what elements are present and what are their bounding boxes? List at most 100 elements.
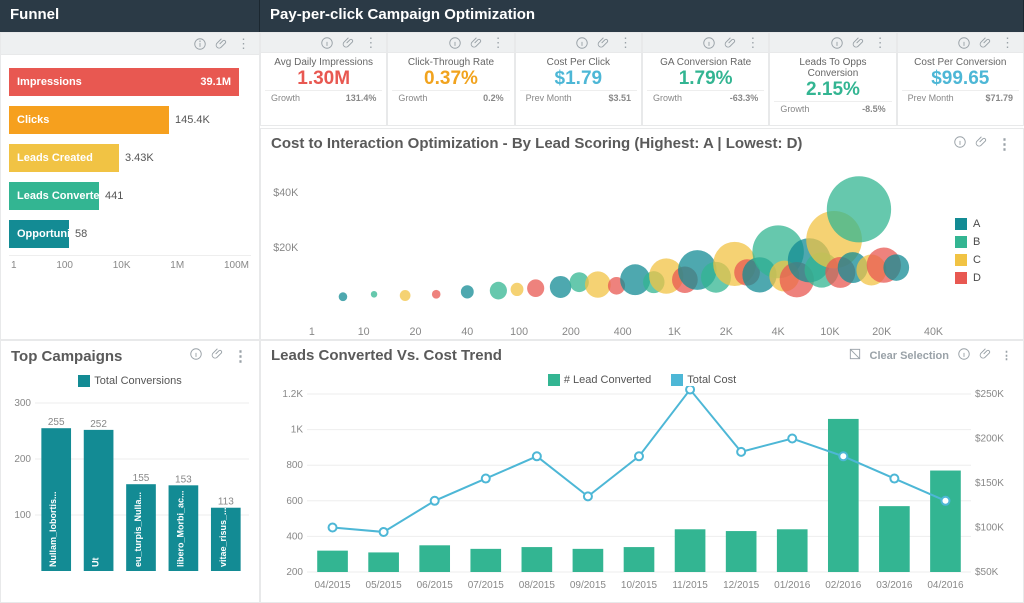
info-icon[interactable]	[830, 36, 844, 50]
info-icon[interactable]	[957, 36, 971, 50]
info-icon[interactable]	[957, 347, 971, 364]
funnel-row[interactable]: Opportunity Won58	[9, 217, 251, 251]
kpi-card[interactable]: ⋮Avg Daily Impressions1.30MGrowth131.4%	[260, 32, 387, 126]
kpi-card[interactable]: ⋮Click-Through Rate0.37%Growth0.2%	[387, 32, 514, 126]
funnel-body: Impressions39.1M Clicks145.4K Leads Create…	[1, 55, 259, 275]
info-icon[interactable]	[189, 347, 203, 365]
svg-text:40K: 40K	[924, 325, 944, 337]
funnel-row[interactable]: Leads Created 3.43K	[9, 141, 251, 175]
kpi-sub-value: 131.4%	[346, 93, 377, 103]
header-ppc: Pay-per-click Campaign Optimization	[260, 0, 1024, 32]
trend-chart[interactable]: 1.2K1K800600400200$250K$200K$150K$100K$5…	[269, 386, 1017, 594]
bubble-plot[interactable]: $40K$20K11020401002004001K2K4K10K20K40K	[269, 163, 955, 340]
top-campaigns-panel: Top Campaigns ⋮ Total Conversions 300200…	[0, 340, 260, 603]
kpi-sub-value: $71.79	[985, 93, 1013, 103]
attach-icon[interactable]	[211, 347, 225, 365]
svg-text:100: 100	[14, 510, 31, 521]
legend-item[interactable]: B	[955, 236, 1015, 248]
kpi-card[interactable]: ⋮Cost Per Conversion$99.65Prev Month$71.…	[897, 32, 1024, 126]
funnel-row[interactable]: Impressions39.1M	[9, 65, 251, 99]
svg-text:1K: 1K	[291, 425, 304, 436]
svg-text:10K: 10K	[820, 325, 840, 337]
info-icon[interactable]	[448, 36, 462, 50]
legend-item[interactable]: A	[955, 218, 1015, 230]
attach-icon[interactable]	[597, 36, 611, 50]
kpi-sub-label: Prev Month	[526, 93, 572, 103]
svg-text:1: 1	[309, 325, 315, 337]
menu-icon[interactable]: ⋮	[364, 35, 378, 51]
legend-item[interactable]: Total Cost	[671, 374, 736, 386]
menu-icon[interactable]: ⋮	[874, 35, 888, 51]
menu-icon[interactable]: ⋮	[492, 35, 506, 51]
attach-icon[interactable]	[215, 37, 229, 51]
svg-text:20: 20	[410, 325, 422, 337]
svg-text:153: 153	[175, 474, 192, 485]
menu-icon[interactable]: ⋮	[619, 35, 633, 51]
attach-icon[interactable]	[470, 36, 484, 50]
kpi-sub-value: -63.3%	[730, 93, 759, 103]
legend-item[interactable]: C	[955, 254, 1015, 266]
svg-text:255: 255	[48, 417, 65, 428]
top-campaigns-title: Top Campaigns	[11, 348, 122, 365]
kpi-title: GA Conversion Rate	[647, 57, 764, 68]
trend-title: Leads Converted Vs. Cost Trend	[271, 347, 502, 364]
svg-text:4K: 4K	[772, 325, 786, 337]
kpi-sub-label: Prev Month	[908, 93, 954, 103]
attach-icon[interactable]	[975, 135, 989, 153]
svg-text:800: 800	[286, 460, 303, 471]
svg-text:10/2015: 10/2015	[621, 580, 658, 591]
kpi-title: Cost Per Conversion	[902, 57, 1019, 68]
svg-text:$100K: $100K	[975, 523, 1004, 534]
menu-icon[interactable]: ⋮	[1001, 349, 1013, 362]
attach-icon[interactable]	[979, 347, 993, 364]
funnel-axis: 110010K1M100M	[9, 255, 251, 271]
funnel-value: 441	[105, 190, 123, 202]
bubble-panel: Cost to Interaction Optimization - By Le…	[260, 128, 1024, 341]
svg-text:1K: 1K	[668, 325, 682, 337]
kpi-sub-label: Growth	[271, 93, 300, 103]
info-icon[interactable]	[702, 36, 716, 50]
info-icon[interactable]	[575, 36, 589, 50]
kpi-title: Avg Daily Impressions	[265, 57, 382, 68]
legend-item[interactable]: D	[955, 272, 1015, 284]
menu-icon[interactable]: ⋮	[997, 135, 1013, 153]
kpi-card[interactable]: ⋮Leads To Opps Conversion2.15%Growth-8.5…	[769, 32, 896, 126]
svg-text:1.2K: 1.2K	[282, 389, 303, 400]
funnel-bar: Leads Created	[9, 144, 119, 172]
kpi-bubble-area: ⋮Avg Daily Impressions1.30MGrowth131.4%⋮…	[260, 32, 1024, 340]
info-icon[interactable]	[320, 36, 334, 50]
menu-icon[interactable]: ⋮	[746, 35, 760, 51]
attach-icon[interactable]	[724, 36, 738, 50]
svg-text:10: 10	[358, 325, 370, 337]
svg-text:01/2016: 01/2016	[774, 580, 811, 591]
svg-text:06/2015: 06/2015	[417, 580, 454, 591]
kpi-value: 1.79%	[647, 68, 764, 90]
attach-icon[interactable]	[852, 36, 866, 50]
menu-icon[interactable]: ⋮	[233, 347, 249, 365]
kpi-row: ⋮Avg Daily Impressions1.30MGrowth131.4%⋮…	[260, 32, 1024, 126]
menu-icon[interactable]: ⋮	[1001, 35, 1015, 51]
info-icon[interactable]	[953, 135, 967, 153]
clear-selection-icon[interactable]	[848, 347, 862, 364]
funnel-bar: Impressions39.1M	[9, 68, 239, 96]
svg-text:155: 155	[133, 473, 150, 484]
kpi-value: 2.15%	[774, 79, 891, 101]
svg-text:07/2015: 07/2015	[468, 580, 505, 591]
attach-icon[interactable]	[979, 36, 993, 50]
kpi-card[interactable]: ⋮Cost Per Click$1.79Prev Month$3.51	[515, 32, 642, 126]
svg-text:$20K: $20K	[273, 242, 299, 254]
svg-text:12/2015: 12/2015	[723, 580, 760, 591]
kpi-card[interactable]: ⋮GA Conversion Rate1.79%Growth-63.3%	[642, 32, 769, 126]
clear-selection-button[interactable]: Clear Selection	[870, 350, 949, 362]
menu-icon[interactable]: ⋮	[237, 36, 251, 52]
info-icon[interactable]	[193, 37, 207, 51]
svg-text:$150K: $150K	[975, 478, 1004, 489]
funnel-value: 3.43K	[125, 152, 154, 164]
funnel-row[interactable]: Clicks145.4K	[9, 103, 251, 137]
top-campaigns-chart[interactable]: 300200100255Nullam_lobortis...252Ut155eu…	[7, 389, 253, 589]
legend-item[interactable]: # Lead Converted	[548, 374, 651, 386]
funnel-row[interactable]: Leads Converted441	[9, 179, 251, 213]
attach-icon[interactable]	[342, 36, 356, 50]
svg-text:100: 100	[510, 325, 528, 337]
svg-text:09/2015: 09/2015	[570, 580, 607, 591]
